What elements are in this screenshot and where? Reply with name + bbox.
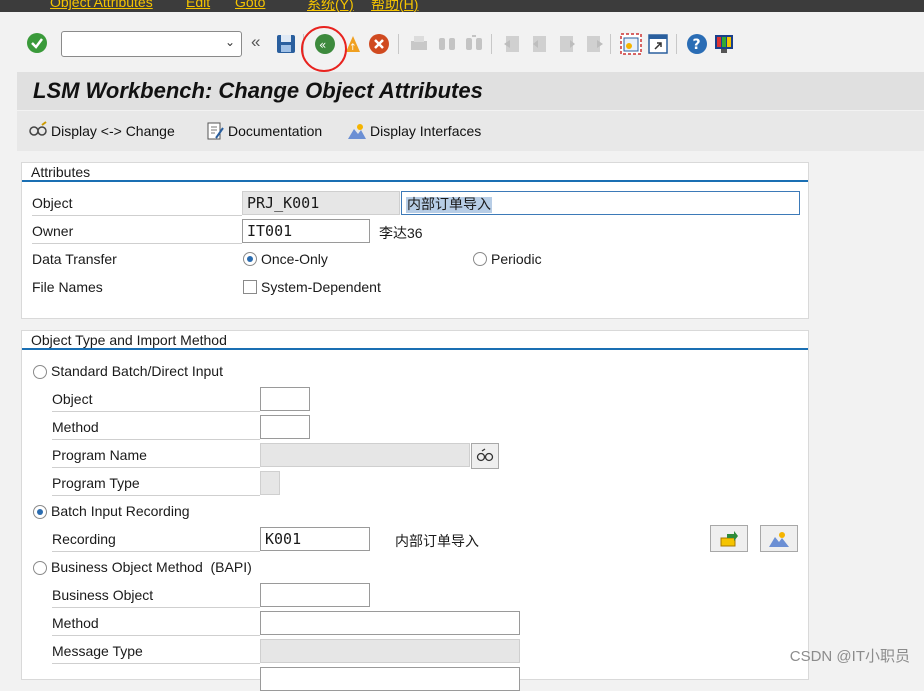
menu-bar: Object Attributes Edit Goto 系统(Y) 帮助(H) (0, 0, 924, 12)
program-name-label: Program Name (52, 447, 147, 463)
chevron-down-icon[interactable]: ⌄ (225, 35, 235, 49)
sb-method-field[interactable] (260, 415, 310, 439)
display-change-label: Display <-> Change (51, 123, 175, 139)
enter-icon[interactable] (25, 31, 49, 55)
menu-edit[interactable]: Edit (186, 0, 210, 10)
import-method-title: Object Type and Import Method (31, 332, 227, 348)
recording-value: K001 (265, 530, 301, 548)
periodic-label: Periodic (491, 251, 542, 267)
save-icon[interactable] (274, 32, 298, 56)
bapi-method-label: Method (52, 615, 99, 631)
cancel-icon[interactable] (367, 32, 391, 56)
data-transfer-label: Data Transfer (32, 251, 117, 267)
owner-field[interactable]: IT001 (242, 219, 370, 243)
new-session-icon[interactable] (619, 32, 643, 56)
svg-text:↑: ↑ (349, 43, 357, 53)
standard-toolbar: ⌄ « « ↑ ? (0, 12, 924, 72)
first-page-icon[interactable] (500, 32, 524, 56)
recording-description: 内部订单导入 (395, 531, 479, 551)
find-next-icon[interactable] (462, 32, 486, 56)
menu-system[interactable]: 系统(Y) (307, 0, 354, 12)
object-label: Object (32, 195, 72, 211)
program-type-field (260, 471, 280, 495)
recording-overview-icon (719, 530, 739, 548)
attributes-header: Attributes (22, 163, 808, 182)
interfaces-icon (768, 530, 790, 548)
collapse-icon[interactable]: « (251, 32, 260, 52)
watermark: CSDN @IT小职员 (790, 645, 910, 666)
menu-goto[interactable]: Goto (235, 0, 265, 10)
bapi-radio[interactable] (33, 561, 47, 575)
application-toolbar: Display <-> Change Documentation Display… (17, 111, 924, 151)
recording-field[interactable]: K001 (260, 527, 370, 551)
program-type-label: Program Type (52, 475, 140, 491)
find-icon[interactable] (435, 32, 459, 56)
document-edit-icon (205, 121, 225, 141)
batch-input-radio[interactable] (33, 505, 47, 519)
previous-page-icon[interactable] (527, 32, 551, 56)
message-type-label: Message Type (52, 643, 143, 659)
layout-icon[interactable] (712, 32, 736, 56)
attributes-title: Attributes (31, 164, 90, 180)
once-only-label: Once-Only (261, 251, 328, 267)
print-icon[interactable] (407, 32, 431, 56)
help-icon[interactable]: ? (685, 32, 709, 56)
batch-input-label: Batch Input Recording (51, 503, 190, 519)
display-change-button[interactable]: Display <-> Change (28, 120, 175, 142)
import-method-header: Object Type and Import Method (22, 331, 808, 350)
glasses-icon (28, 121, 48, 141)
owner-name: 李达36 (379, 223, 423, 243)
menu-help[interactable]: 帮助(H) (371, 0, 418, 12)
display-interfaces-button[interactable]: Display Interfaces (347, 120, 481, 142)
object-description-value: 内部订单导入 (406, 197, 492, 213)
sb-method-label: Method (52, 419, 99, 435)
object-field: PRJ_K001 (242, 191, 400, 215)
program-name-field (260, 443, 470, 467)
file-names-label: File Names (32, 279, 103, 295)
command-field[interactable]: ⌄ (61, 31, 242, 57)
bapi-label: Business Object Method (BAPI) (51, 559, 252, 575)
menu-object-attributes[interactable]: Object Attributes (50, 0, 153, 10)
recording-overview-button[interactable] (710, 525, 748, 552)
standard-batch-label: Standard Batch/Direct Input (51, 363, 223, 379)
bapi-method-field[interactable] (260, 611, 520, 635)
import-method-panel: Object Type and Import Method Standard B… (21, 330, 809, 680)
next-page-icon[interactable] (555, 32, 579, 56)
once-only-radio[interactable] (243, 252, 257, 266)
business-object-field[interactable] (260, 583, 370, 607)
message-type-field (260, 639, 520, 663)
next-field[interactable] (260, 667, 520, 691)
sb-object-field[interactable] (260, 387, 310, 411)
annotation-circle (301, 26, 347, 72)
documentation-button[interactable]: Documentation (205, 120, 322, 142)
recording-label: Recording (52, 531, 116, 547)
documentation-label: Documentation (228, 123, 322, 139)
page-title: LSM Workbench: Change Object Attributes (33, 78, 483, 104)
standard-batch-radio[interactable] (33, 365, 47, 379)
attributes-panel: Attributes Object PRJ_K001 内部订单导入 Owner … (21, 162, 809, 319)
shortcut-icon[interactable] (646, 32, 670, 56)
object-description-field[interactable]: 内部订单导入 (401, 191, 800, 215)
display-interfaces-label: Display Interfaces (370, 123, 481, 139)
recording-display-button[interactable] (760, 525, 798, 552)
last-page-icon[interactable] (582, 32, 606, 56)
interfaces-icon (347, 121, 367, 141)
object-value: PRJ_K001 (247, 194, 319, 212)
sb-object-label: Object (52, 391, 92, 407)
title-bar: LSM Workbench: Change Object Attributes (17, 72, 924, 110)
system-dependent-checkbox[interactable] (243, 280, 257, 294)
system-dependent-label: System-Dependent (261, 279, 381, 295)
glasses-icon (476, 448, 494, 464)
business-object-label: Business Object (52, 587, 153, 603)
program-display-button[interactable] (471, 443, 499, 469)
periodic-radio[interactable] (473, 252, 487, 266)
svg-text:?: ? (693, 37, 701, 53)
owner-label: Owner (32, 223, 73, 239)
owner-value: IT001 (247, 222, 292, 240)
